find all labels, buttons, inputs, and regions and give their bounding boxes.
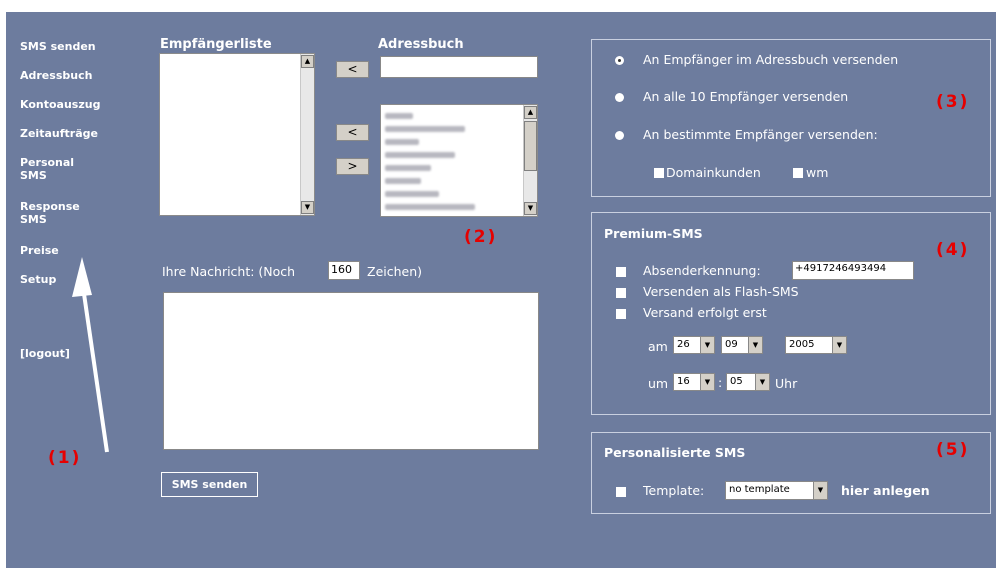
addressbook-entry — [385, 204, 475, 210]
dropdown-arrow-icon: ▼ — [748, 337, 762, 353]
app-window: SMS senden Adressbuch Kontoauszug Zeitau… — [6, 12, 996, 568]
transfer-add-button[interactable]: < — [336, 61, 369, 78]
delayed-send-label: Versand erfolgt erst — [643, 305, 767, 320]
month-select[interactable]: 09 ▼ — [721, 336, 763, 354]
annotation-5: (5) — [936, 440, 970, 460]
nav-zeitauftraege[interactable]: Zeitaufträge — [20, 127, 98, 140]
year-value: 2005 — [789, 339, 815, 350]
template-select[interactable]: no template ▼ — [725, 481, 828, 500]
hour-value: 16 — [677, 376, 690, 387]
send-option-addressbook-radio[interactable] — [615, 56, 624, 65]
annotation-arrow-icon — [72, 257, 109, 453]
sender-id-checkbox[interactable] — [616, 267, 626, 277]
scroll-up-icon[interactable]: ▲ — [524, 106, 537, 119]
addressbook-entry — [385, 165, 431, 171]
recipients-scrollbar[interactable]: ▲ ▼ — [300, 54, 314, 215]
send-sms-button[interactable]: SMS senden — [161, 472, 258, 497]
year-select[interactable]: 2005 ▼ — [785, 336, 847, 354]
month-value: 09 — [725, 339, 738, 350]
nav-logout[interactable]: [logout] — [20, 347, 70, 360]
dropdown-arrow-icon: ▼ — [813, 482, 827, 499]
recipients-heading: Empfängerliste — [160, 37, 272, 52]
personalized-heading: Personalisierte SMS — [604, 445, 746, 460]
delayed-send-checkbox[interactable] — [616, 309, 626, 319]
send-option-specific-label: An bestimmte Empfänger versenden: — [643, 127, 878, 142]
recipients-list[interactable]: ▲ ▼ — [159, 53, 315, 216]
annotation-3: (3) — [936, 92, 970, 112]
nav-sms-senden[interactable]: SMS senden — [20, 40, 96, 53]
minute-value: 05 — [730, 376, 743, 387]
group-wm-label: wm — [806, 165, 829, 180]
minute-select[interactable]: 05 ▼ — [726, 373, 770, 391]
nav-response-sms[interactable]: Response SMS — [20, 200, 90, 226]
dropdown-arrow-icon: ▼ — [832, 337, 846, 353]
send-option-specific-radio[interactable] — [615, 131, 624, 140]
dropdown-arrow-icon: ▼ — [700, 374, 714, 390]
sender-id-input[interactable]: +4917246493494 — [792, 261, 914, 280]
create-template-link[interactable]: hier anlegen — [841, 483, 930, 498]
hour-select[interactable]: 16 ▼ — [673, 373, 715, 391]
addressbook-entry — [385, 139, 419, 145]
nav-adressbuch[interactable]: Adressbuch — [20, 69, 92, 82]
addressbook-entry — [385, 191, 439, 197]
group-domainkunden-checkbox[interactable] — [654, 168, 664, 178]
scroll-down-icon[interactable]: ▼ — [301, 201, 314, 214]
day-value: 26 — [677, 339, 690, 350]
addressbook-entry — [385, 113, 413, 119]
template-label: Template: — [643, 483, 705, 498]
message-textarea[interactable] — [163, 292, 539, 450]
flash-sms-label: Versenden als Flash-SMS — [643, 284, 799, 299]
addressbook-entry — [385, 152, 455, 158]
message-label-prefix: Ihre Nachricht: (Noch — [162, 264, 296, 279]
send-option-addressbook-label: An Empfänger im Adressbuch versenden — [643, 52, 899, 67]
addressbook-entry — [385, 126, 465, 132]
remaining-chars-field: 160 — [328, 261, 360, 280]
addressbook-entry — [385, 178, 421, 184]
message-label-suffix: Zeichen) — [367, 264, 423, 279]
addressbook-list[interactable]: ▲ ▼ — [380, 104, 538, 217]
dropdown-arrow-icon: ▼ — [755, 374, 769, 390]
sender-id-label: Absenderkennung: — [643, 263, 761, 278]
transfer-remove-button[interactable]: > — [336, 158, 369, 175]
addressbook-search-input[interactable] — [380, 56, 538, 78]
time-separator: : — [718, 375, 723, 390]
addressbook-heading: Adressbuch — [378, 37, 464, 52]
day-select[interactable]: 26 ▼ — [673, 336, 715, 354]
group-wm-checkbox[interactable] — [793, 168, 803, 178]
scroll-thumb[interactable] — [524, 121, 537, 171]
send-option-all-radio[interactable] — [615, 93, 624, 102]
template-value: no template — [729, 484, 790, 495]
scroll-down-icon[interactable]: ▼ — [524, 202, 537, 215]
nav-kontoauszug[interactable]: Kontoauszug — [20, 98, 100, 111]
time-um-label: um — [648, 376, 669, 391]
dropdown-arrow-icon: ▼ — [700, 337, 714, 353]
premium-heading: Premium-SMS — [604, 226, 703, 241]
addressbook-scrollbar[interactable]: ▲ ▼ — [523, 105, 537, 216]
transfer-add-selected-button[interactable]: < — [336, 124, 369, 141]
date-am-label: am — [648, 339, 668, 354]
nav-setup[interactable]: Setup — [20, 273, 56, 286]
template-checkbox[interactable] — [616, 487, 626, 497]
annotation-1: (1) — [48, 448, 82, 468]
annotation-2: (2) — [464, 227, 498, 247]
uhr-label: Uhr — [775, 376, 798, 391]
nav-personal-sms[interactable]: Personal SMS — [20, 156, 90, 182]
annotation-4: (4) — [936, 240, 970, 260]
send-option-all-label: An alle 10 Empfänger versenden — [643, 89, 849, 104]
group-domainkunden-label: Domainkunden — [666, 165, 761, 180]
flash-sms-checkbox[interactable] — [616, 288, 626, 298]
nav-preise[interactable]: Preise — [20, 244, 59, 257]
scroll-up-icon[interactable]: ▲ — [301, 55, 314, 68]
